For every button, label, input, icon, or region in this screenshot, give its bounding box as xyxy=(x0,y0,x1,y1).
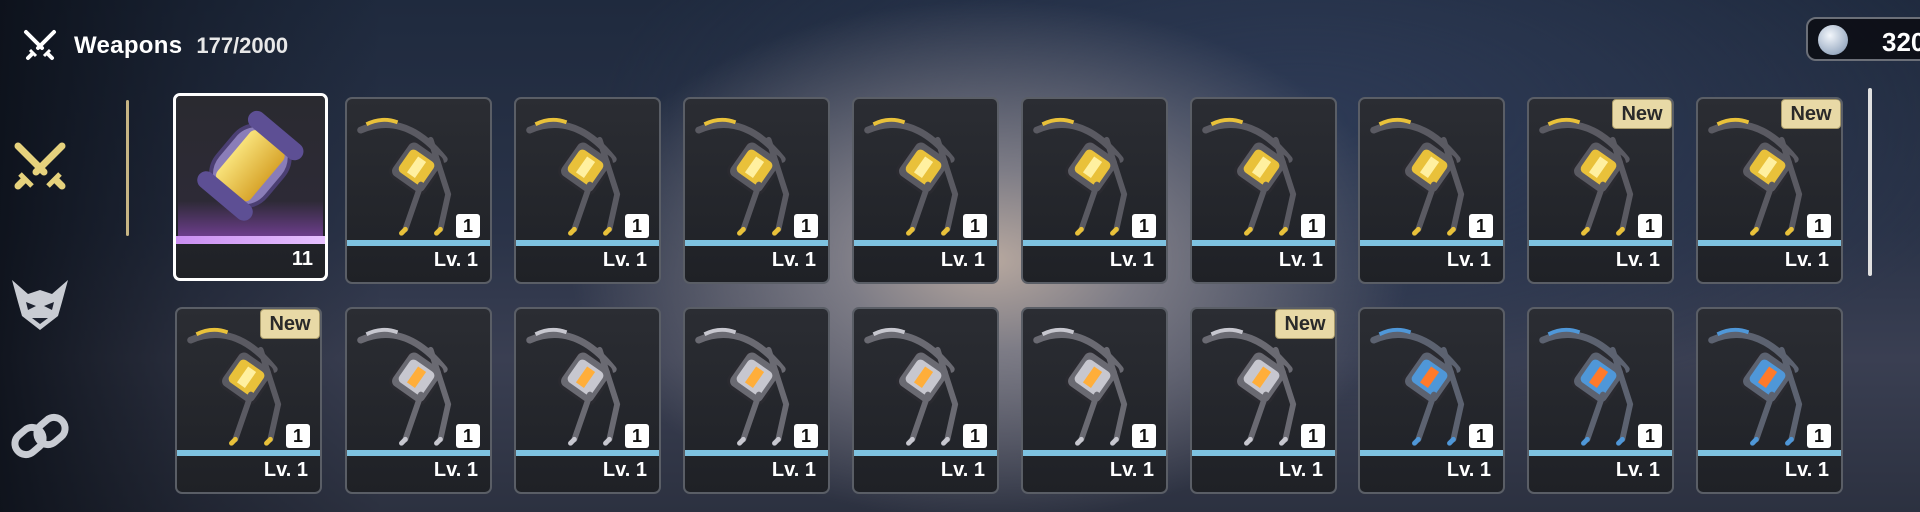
quantity-badge: 1 xyxy=(963,424,987,448)
capsule-art xyxy=(176,96,325,236)
rarity-bar xyxy=(685,240,828,246)
rarity-bar xyxy=(516,450,659,456)
weapon-card[interactable]: Lv. 1 1 xyxy=(514,307,661,494)
level-label: Lv. 1 xyxy=(1615,249,1660,271)
quantity-badge: 1 xyxy=(625,424,649,448)
weapon-card[interactable]: Lv. 1 1 New xyxy=(175,307,322,494)
quantity-badge: 1 xyxy=(456,214,480,238)
level-label: Lv. 1 xyxy=(1278,459,1323,481)
weapon-card[interactable]: Lv. 1 1 xyxy=(1021,97,1168,284)
weapon-card[interactable]: Lv. 1 1 xyxy=(852,307,999,494)
weapon-card[interactable]: Lv. 1 1 xyxy=(1696,307,1843,494)
quantity-badge: 1 xyxy=(1638,214,1662,238)
level-label: Lv. 1 xyxy=(602,249,647,271)
level-label: Lv. 1 xyxy=(771,249,816,271)
level-label: Lv. 1 xyxy=(1784,459,1829,481)
rarity-bar xyxy=(685,450,828,456)
quantity-badge: 1 xyxy=(1469,424,1493,448)
rarity-bar xyxy=(1192,240,1335,246)
quantity-badge: 1 xyxy=(1301,424,1325,448)
new-badge: New xyxy=(1275,309,1335,339)
level-label: Lv. 1 xyxy=(1109,459,1154,481)
rarity-bar xyxy=(177,450,320,456)
quantity-badge: 1 xyxy=(1132,424,1156,448)
level-label: Lv. 1 xyxy=(1109,249,1154,271)
level-label: Lv. 1 xyxy=(433,249,478,271)
quantity-badge: 1 xyxy=(1807,214,1831,238)
weapon-card[interactable]: Lv. 1 1 New xyxy=(1190,307,1337,494)
currency-value: 320 xyxy=(1882,27,1920,57)
rarity-bar xyxy=(1360,240,1503,246)
quantity-badge: 1 xyxy=(1132,214,1156,238)
quantity-badge: 1 xyxy=(286,424,310,448)
level-label: Lv. 1 xyxy=(263,459,308,481)
scrollbar[interactable] xyxy=(1868,88,1872,276)
level-label: Lv. 1 xyxy=(1615,459,1660,481)
rarity-bar xyxy=(516,240,659,246)
level-label: Lv. 1 xyxy=(771,459,816,481)
rarity-bar xyxy=(1192,450,1335,456)
level-label: Lv. 1 xyxy=(940,459,985,481)
crossed-swords-icon xyxy=(14,142,66,190)
level-label: Lv. 1 xyxy=(1784,249,1829,271)
weapon-card[interactable]: Lv. 1 1 xyxy=(1190,97,1337,284)
weapon-card[interactable]: Lv. 1 1 xyxy=(683,97,830,284)
weapon-card[interactable]: Lv. 1 1 New xyxy=(1527,97,1674,284)
level-label: Lv. 1 xyxy=(940,249,985,271)
quantity-label: 11 xyxy=(291,248,313,270)
level-label: Lv. 1 xyxy=(602,459,647,481)
weapon-card[interactable]: Lv. 1 1 xyxy=(1527,307,1674,494)
quantity-badge: 1 xyxy=(625,214,649,238)
level-label: Lv. 1 xyxy=(1278,249,1323,271)
chain-link-icon xyxy=(11,413,69,459)
rarity-bar xyxy=(1529,450,1672,456)
inventory-count: 177/2000 xyxy=(196,33,289,58)
quantity-badge: 1 xyxy=(1469,214,1493,238)
quantity-badge: 1 xyxy=(963,214,987,238)
rarity-bar xyxy=(347,450,490,456)
rarity-bar xyxy=(1529,240,1672,246)
quantity-badge: 1 xyxy=(1807,424,1831,448)
silver-coin-icon xyxy=(1818,25,1848,55)
rarity-bar xyxy=(1698,240,1841,246)
quantity-badge: 1 xyxy=(1638,424,1662,448)
currency-display[interactable]: 320 xyxy=(1806,17,1920,61)
crossed-swords-icon xyxy=(24,30,56,60)
weapon-card[interactable]: Lv. 1 1 xyxy=(1358,97,1505,284)
quantity-badge: 1 xyxy=(456,424,480,448)
rarity-bar xyxy=(1360,450,1503,456)
weapon-card[interactable]: Lv. 1 1 xyxy=(345,97,492,284)
weapon-card[interactable]: Lv. 1 1 xyxy=(514,97,661,284)
quantity-badge: 1 xyxy=(794,214,818,238)
rarity-bar xyxy=(854,240,997,246)
inventory-header: Weapons 177/2000 xyxy=(20,26,288,66)
matrices-tab[interactable] xyxy=(8,272,72,336)
demon-mask-icon xyxy=(12,280,68,330)
rarity-bar xyxy=(347,240,490,246)
rarity-bar xyxy=(1698,450,1841,456)
rarity-bar xyxy=(1023,240,1166,246)
quantity-badge: 1 xyxy=(1301,214,1325,238)
rarity-bar xyxy=(1023,450,1166,456)
level-label: Lv. 1 xyxy=(1446,459,1491,481)
weapons-tab[interactable] xyxy=(8,136,72,200)
level-label: Lv. 1 xyxy=(433,459,478,481)
level-label: Lv. 1 xyxy=(1446,249,1491,271)
weapon-card[interactable]: Lv. 1 1 xyxy=(1358,307,1505,494)
rarity-bar xyxy=(854,450,997,456)
relics-tab[interactable] xyxy=(8,404,72,468)
quantity-badge: 1 xyxy=(794,424,818,448)
weapon-card[interactable]: Lv. 1 1 xyxy=(852,97,999,284)
new-badge: New xyxy=(1612,99,1672,129)
new-badge: New xyxy=(1781,99,1841,129)
weapon-card[interactable]: Lv. 1 1 xyxy=(683,307,830,494)
page-title: Weapons xyxy=(74,32,183,59)
weapon-card[interactable]: Lv. 1 1 xyxy=(1021,307,1168,494)
weapon-card[interactable]: Lv. 1 1 New xyxy=(1696,97,1843,284)
rarity-bar xyxy=(176,236,325,244)
material-capsule-card[interactable]: 11 xyxy=(173,93,328,281)
new-badge: New xyxy=(260,309,320,339)
active-tab-indicator xyxy=(126,100,129,236)
weapon-card[interactable]: Lv. 1 1 xyxy=(345,307,492,494)
